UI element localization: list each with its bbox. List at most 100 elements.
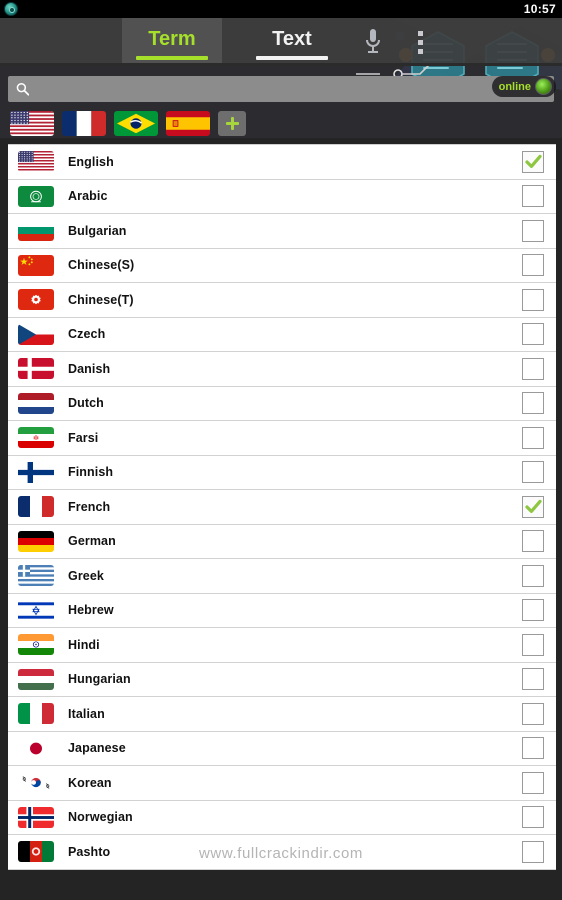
status-bar: 10:57 [0, 0, 562, 18]
selected-flag-us[interactable] [10, 111, 54, 136]
status-clock: 10:57 [523, 2, 556, 16]
language-checkbox[interactable] [522, 392, 544, 415]
language-row[interactable]: Norwegian [8, 800, 556, 835]
language-checkbox[interactable] [522, 254, 544, 277]
language-name: Farsi [68, 430, 99, 445]
selected-flag-fr[interactable] [62, 111, 106, 136]
language-name: Hindi [68, 637, 100, 652]
language-checkbox[interactable] [522, 495, 544, 518]
app-circle-icon [4, 2, 18, 16]
tab-bar: Term Text [0, 18, 562, 66]
bottom-bar [0, 888, 562, 900]
language-row[interactable]: Hungarian [8, 662, 556, 697]
language-checkbox[interactable] [522, 564, 544, 587]
language-checkbox[interactable] [522, 530, 544, 553]
tab-text[interactable]: Text [242, 18, 342, 66]
language-checkbox[interactable] [522, 150, 544, 173]
language-checkbox[interactable] [522, 288, 544, 311]
flag-icon-us [18, 151, 54, 173]
add-language-button[interactable] [218, 111, 246, 136]
language-checkbox[interactable] [522, 806, 544, 829]
flag-icon-no [18, 806, 54, 828]
search-input[interactable] [37, 81, 546, 97]
flag-icon-af [18, 841, 54, 863]
language-row[interactable]: Finnish [8, 455, 556, 490]
tab-term-label: Term [148, 27, 196, 50]
language-row[interactable]: Hebrew [8, 593, 556, 628]
language-name: Norwegian [68, 810, 133, 825]
language-row[interactable]: Pashto [8, 835, 556, 870]
language-checkbox[interactable] [522, 185, 544, 208]
language-name: Italian [68, 706, 105, 721]
language-name: Japanese [68, 741, 126, 756]
language-row[interactable]: Danish [8, 352, 556, 387]
language-row[interactable]: Japanese [8, 731, 556, 766]
language-row[interactable]: Czech [8, 317, 556, 352]
tab-text-indicator [256, 55, 328, 60]
language-checkbox[interactable] [522, 840, 544, 863]
language-checkbox[interactable] [522, 599, 544, 622]
language-row[interactable]: Chinese(S) [8, 248, 556, 283]
language-row[interactable]: Greek [8, 559, 556, 594]
selected-flag-es[interactable] [166, 111, 210, 136]
language-checkbox[interactable] [522, 771, 544, 794]
tab-term-indicator [136, 55, 208, 60]
language-name: Czech [68, 327, 106, 342]
language-name: Chinese(T) [68, 292, 134, 307]
language-checkbox[interactable] [522, 702, 544, 725]
language-name: English [68, 154, 114, 169]
tab-gap [222, 18, 242, 66]
language-row[interactable]: Korean [8, 766, 556, 801]
flag-icon-hk [18, 289, 54, 311]
search-bar[interactable] [8, 76, 554, 102]
app-root: 10:57 Term Text online English Arabic Bu… [0, 0, 562, 900]
language-row[interactable]: Bulgarian [8, 214, 556, 249]
language-name: Chinese(S) [68, 258, 135, 273]
flag-icon-fr [18, 496, 54, 518]
language-checkbox[interactable] [522, 357, 544, 380]
overflow-menu-icon[interactable] [418, 30, 423, 54]
plus-icon [225, 117, 239, 130]
language-name: Arabic [68, 189, 108, 204]
microphone-icon[interactable] [364, 28, 382, 56]
online-led-icon [535, 78, 552, 95]
checkmark-icon [524, 155, 542, 169]
language-checkbox[interactable] [522, 633, 544, 656]
flag-icon-kr [18, 772, 54, 794]
checkmark-icon [524, 500, 542, 514]
language-checkbox[interactable] [522, 426, 544, 449]
language-checkbox[interactable] [522, 323, 544, 346]
flag-icon-il [18, 599, 54, 621]
search-area: online [0, 66, 562, 102]
language-row[interactable]: Farsi [8, 421, 556, 456]
language-checkbox[interactable] [522, 461, 544, 484]
language-list[interactable]: English Arabic Bulgarian Chinese(S) Chin… [8, 144, 556, 870]
language-row[interactable]: English [8, 145, 556, 180]
flag-icon-bg [18, 220, 54, 242]
language-checkbox[interactable] [522, 219, 544, 242]
flag-icon-cn [18, 254, 54, 276]
tab-term[interactable]: Term [122, 18, 222, 66]
language-name: Finnish [68, 465, 114, 480]
language-name: Hebrew [68, 603, 114, 618]
language-row[interactable]: Italian [8, 697, 556, 732]
language-row[interactable]: Arabic [8, 179, 556, 214]
flag-icon-dk [18, 358, 54, 380]
flag-icon-fi [18, 461, 54, 483]
selected-flag-br[interactable] [114, 111, 158, 136]
language-name: Bulgarian [68, 223, 127, 238]
language-row[interactable]: Dutch [8, 386, 556, 421]
language-row[interactable]: German [8, 524, 556, 559]
language-row[interactable]: Hindi [8, 628, 556, 663]
language-row[interactable]: Chinese(T) [8, 283, 556, 318]
language-row[interactable]: French [8, 490, 556, 525]
language-checkbox[interactable] [522, 737, 544, 760]
language-name: Hungarian [68, 672, 131, 687]
language-checkbox[interactable] [522, 668, 544, 691]
status-badge-label: online [498, 80, 531, 93]
tab-text-label: Text [272, 27, 312, 50]
language-name: Danish [68, 361, 111, 376]
flag-icon-jp [18, 737, 54, 759]
flag-icon-cz [18, 323, 54, 345]
language-name: Pashto [68, 844, 111, 859]
